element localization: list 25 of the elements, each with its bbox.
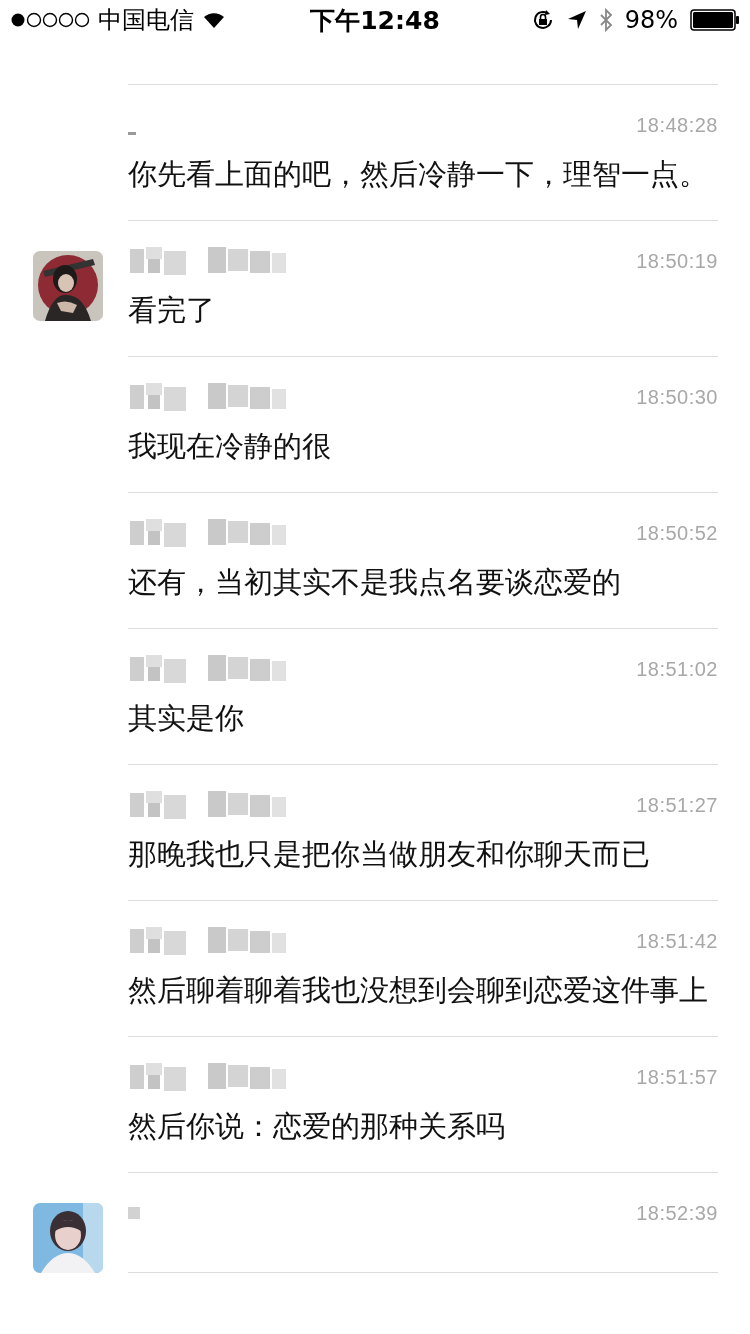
message-time: 18:48:28 (636, 113, 718, 137)
carrier-name: 中国电信 (98, 5, 194, 36)
message-text: 你先看上面的吧，然后冷静一下，理智一点。 (128, 156, 709, 193)
message-time: 18:50:19 (636, 249, 718, 273)
signal-icon (10, 12, 90, 28)
battery-percentage: 98% (624, 6, 678, 34)
message-text: 然后你说：恋爱的那种关系吗 (128, 1108, 506, 1145)
message-text: 还有，当初其实不是我点名要谈恋爱的 (128, 564, 622, 601)
location-arrow-icon (566, 10, 587, 30)
message-time: 18:51:27 (636, 793, 718, 817)
message-time: 18:51:42 (636, 929, 718, 953)
message-time: 18:51:57 (636, 1065, 718, 1089)
message-time: 18:50:30 (636, 385, 718, 409)
message-text: 看完了 (128, 292, 216, 329)
wifi-icon (202, 11, 226, 29)
bluetooth-icon (598, 8, 613, 32)
message-text: 我现在冷静的很 (128, 428, 332, 465)
message-text: 其实是你 (128, 700, 245, 737)
message-text: 那晚我也只是把你当做朋友和你聊天而已 (128, 836, 651, 873)
message-time: 18:50:52 (636, 521, 718, 545)
message-text: 然后聊着聊着我也没想到会聊到恋爱这件事上 (128, 972, 709, 1009)
message-time: 18:51:02 (636, 657, 718, 681)
clock-time: 下午12:48 (310, 5, 440, 35)
battery-icon (690, 9, 740, 31)
message-time: 18:52:39 (636, 1201, 718, 1225)
